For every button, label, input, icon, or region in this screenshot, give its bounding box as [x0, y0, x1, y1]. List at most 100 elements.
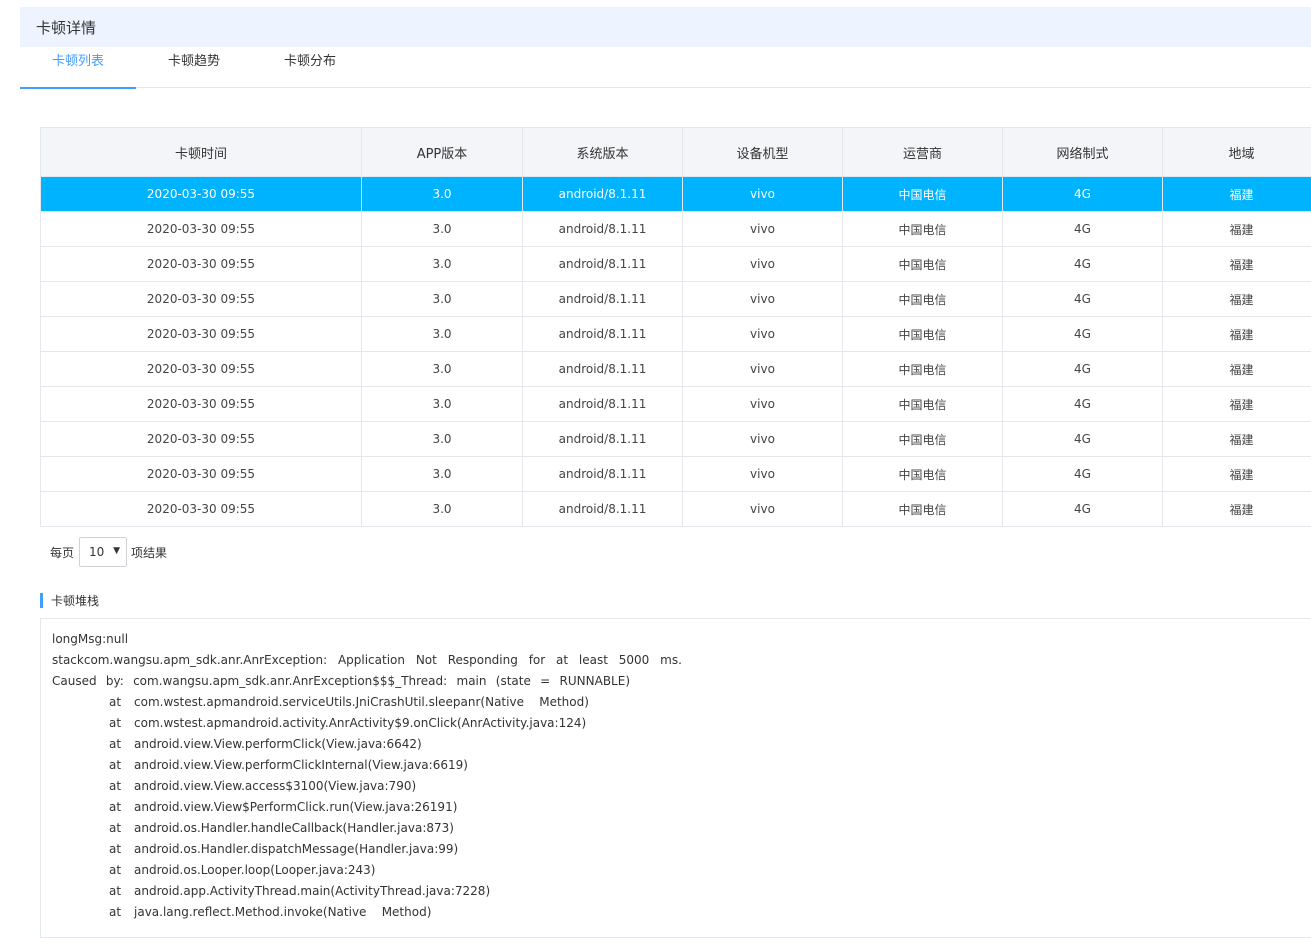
stack-frame-line: atandroid.os.Looper.loop(Looper.java:243… — [109, 860, 375, 881]
page-size-value: 10 — [89, 545, 104, 559]
stack-frame-at: at — [109, 734, 134, 755]
column-header-region[interactable]: 地域 — [1163, 128, 1311, 177]
cell-app-version: 3.0 — [362, 212, 523, 247]
cell-device-model: vivo — [683, 282, 843, 317]
cell-device-model: vivo — [683, 422, 843, 457]
stack-word: least — [579, 650, 608, 671]
cell-network-type: 4G — [1003, 422, 1163, 457]
stack-frame-text: com.wstest.apmandroid.activity.AnrActivi… — [134, 716, 586, 730]
table-row[interactable]: 2020-03-30 09:553.0android/8.1.11vivo中国电… — [41, 247, 1311, 282]
tab-bar: 卡顿列表 卡顿趋势 卡顿分布 — [20, 47, 1311, 88]
cell-device-model: vivo — [683, 317, 843, 352]
cell-network-type: 4G — [1003, 457, 1163, 492]
stack-frame-text: android.view.View$PerformClick.run(View.… — [134, 800, 457, 814]
tab-stall-distribution[interactable]: 卡顿分布 — [252, 47, 368, 88]
stack-frame-text: android.os.Looper.loop(Looper.java:243) — [134, 863, 375, 877]
stack-frame-at: at — [109, 713, 134, 734]
tab-stall-trend[interactable]: 卡顿趋势 — [136, 47, 252, 88]
column-header-stall-time[interactable]: 卡顿时间 — [41, 128, 362, 177]
cell-network-type: 4G — [1003, 352, 1163, 387]
cell-device-model: vivo — [683, 457, 843, 492]
stack-frame-line: atcom.wstest.apmandroid.activity.AnrActi… — [109, 713, 586, 734]
stack-word: (state — [496, 671, 531, 692]
table-row[interactable]: 2020-03-30 09:553.0android/8.1.11vivo中国电… — [41, 492, 1311, 527]
stack-word: Responding — [448, 650, 518, 671]
cell-device-model: vivo — [683, 387, 843, 422]
table-row[interactable]: 2020-03-30 09:553.0android/8.1.11vivo中国电… — [41, 422, 1311, 457]
cell-carrier: 中国电信 — [843, 212, 1003, 247]
table-row[interactable]: 2020-03-30 09:553.0android/8.1.11vivo中国电… — [41, 282, 1311, 317]
chevron-down-icon: ▼ — [113, 546, 120, 556]
stack-frame-at: at — [109, 797, 134, 818]
stack-frame-text: android.os.Handler.handleCallback(Handle… — [134, 821, 454, 835]
cell-region: 福建 — [1163, 212, 1311, 247]
cell-network-type: 4G — [1003, 212, 1163, 247]
cell-stall-time: 2020-03-30 09:55 — [41, 177, 362, 212]
cell-carrier: 中国电信 — [843, 422, 1003, 457]
cell-os-version: android/8.1.11 — [523, 177, 683, 212]
cell-region: 福建 — [1163, 352, 1311, 387]
stack-frame-at: at — [109, 839, 134, 860]
cell-region: 福建 — [1163, 317, 1311, 352]
stack-frame-text: android.view.View.performClickInternal(V… — [134, 758, 468, 772]
cell-app-version: 3.0 — [362, 247, 523, 282]
stack-word: by: — [106, 671, 124, 692]
cell-region: 福建 — [1163, 177, 1311, 212]
stack-frame-line: atcom.wstest.apmandroid.serviceUtils.Jni… — [109, 692, 589, 713]
stack-frame-text: android.view.View.performClick(View.java… — [134, 737, 422, 751]
section-marker-bar — [40, 593, 43, 608]
column-header-device-model[interactable]: 设备机型 — [683, 128, 843, 177]
column-header-app-version[interactable]: APP版本 — [362, 128, 523, 177]
table-row[interactable]: 2020-03-30 09:553.0android/8.1.11vivo中国电… — [41, 387, 1311, 422]
stack-frame-line: atandroid.os.Handler.dispatchMessage(Han… — [109, 839, 458, 860]
column-header-os-version[interactable]: 系统版本 — [523, 128, 683, 177]
cell-carrier: 中国电信 — [843, 282, 1003, 317]
column-header-network-type[interactable]: 网络制式 — [1003, 128, 1163, 177]
page-size-select[interactable]: 10 ▼ — [79, 537, 127, 567]
cell-app-version: 3.0 — [362, 422, 523, 457]
stall-table: 卡顿时间 APP版本 系统版本 设备机型 运营商 网络制式 地域 2020-03… — [40, 127, 1311, 527]
cell-carrier: 中国电信 — [843, 317, 1003, 352]
cell-app-version: 3.0 — [362, 492, 523, 527]
cell-stall-time: 2020-03-30 09:55 — [41, 212, 362, 247]
cell-os-version: android/8.1.11 — [523, 212, 683, 247]
cell-app-version: 3.0 — [362, 317, 523, 352]
stack-word: Application — [338, 650, 405, 671]
cell-app-version: 3.0 — [362, 457, 523, 492]
tab-stall-list[interactable]: 卡顿列表 — [20, 47, 136, 88]
cell-network-type: 4G — [1003, 177, 1163, 212]
cell-region: 福建 — [1163, 387, 1311, 422]
page-header: 卡顿详情 — [20, 7, 1311, 47]
stack-frame-at: at — [109, 818, 134, 839]
stack-word: at — [556, 650, 568, 671]
cell-stall-time: 2020-03-30 09:55 — [41, 247, 362, 282]
cell-region: 福建 — [1163, 247, 1311, 282]
table-row[interactable]: 2020-03-30 09:553.0android/8.1.11vivo中国电… — [41, 457, 1311, 492]
pagination: 每页 10 ▼ 项结果 — [50, 536, 167, 568]
stack-frame-at: at — [109, 881, 134, 902]
table-row[interactable]: 2020-03-30 09:553.0android/8.1.11vivo中国电… — [41, 212, 1311, 247]
table-header-row: 卡顿时间 APP版本 系统版本 设备机型 运营商 网络制式 地域 — [41, 128, 1311, 177]
table-row[interactable]: 2020-03-30 09:553.0android/8.1.11vivo中国电… — [41, 177, 1311, 212]
cell-region: 福建 — [1163, 282, 1311, 317]
stack-frame-at: at — [109, 755, 134, 776]
cell-stall-time: 2020-03-30 09:55 — [41, 387, 362, 422]
cell-network-type: 4G — [1003, 492, 1163, 527]
cell-device-model: vivo — [683, 212, 843, 247]
cell-stall-time: 2020-03-30 09:55 — [41, 492, 362, 527]
cell-carrier: 中国电信 — [843, 177, 1003, 212]
cell-carrier: 中国电信 — [843, 247, 1003, 282]
cell-app-version: 3.0 — [362, 177, 523, 212]
cell-device-model: vivo — [683, 492, 843, 527]
stack-word: main — [457, 671, 487, 692]
cell-os-version: android/8.1.11 — [523, 422, 683, 457]
cell-carrier: 中国电信 — [843, 387, 1003, 422]
stack-frame-at: at — [109, 776, 134, 797]
table-row[interactable]: 2020-03-30 09:553.0android/8.1.11vivo中国电… — [41, 317, 1311, 352]
column-header-carrier[interactable]: 运营商 — [843, 128, 1003, 177]
stack-word: stackcom.wangsu.apm_sdk.anr.AnrException… — [52, 650, 327, 671]
cell-device-model: vivo — [683, 177, 843, 212]
cell-os-version: android/8.1.11 — [523, 492, 683, 527]
table-row[interactable]: 2020-03-30 09:553.0android/8.1.11vivo中国电… — [41, 352, 1311, 387]
stack-section-title: 卡顿堆栈 — [40, 592, 99, 608]
